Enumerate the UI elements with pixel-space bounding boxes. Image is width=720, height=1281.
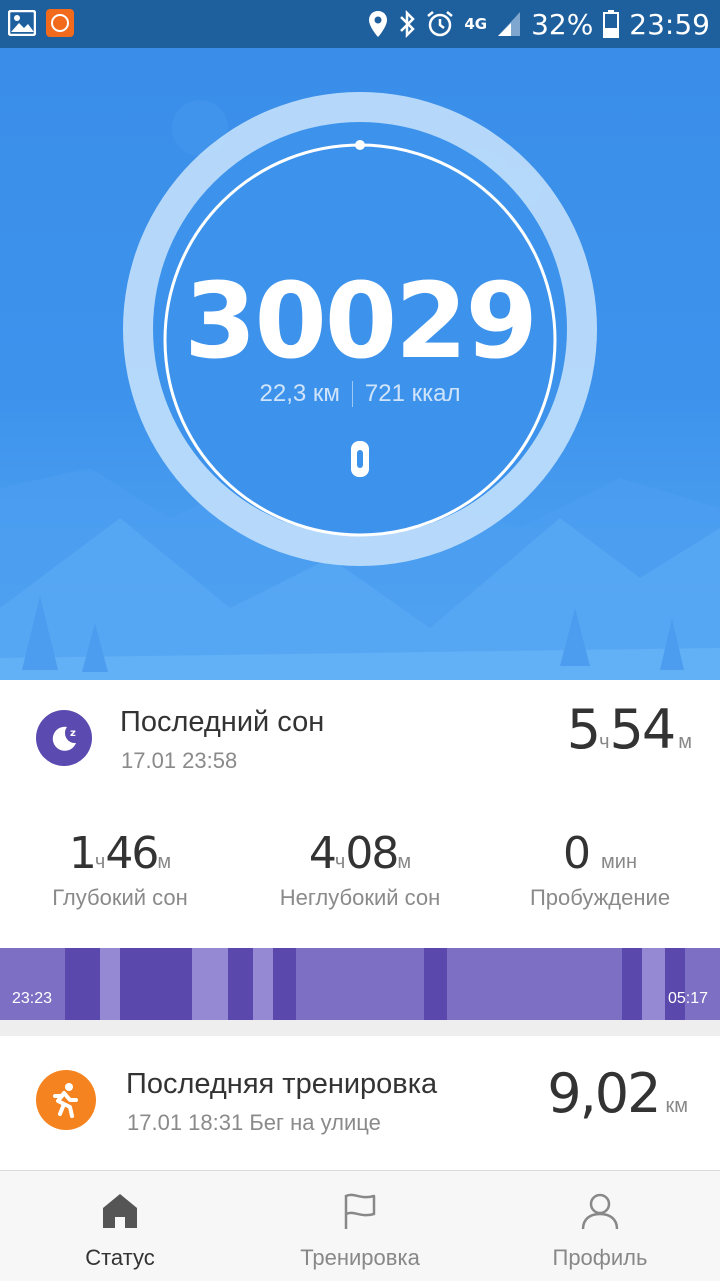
location-icon bbox=[368, 10, 388, 38]
hero-substats: 22,3 км 721 ккал bbox=[0, 380, 720, 408]
person-icon bbox=[581, 1193, 619, 1230]
minutes-unit: м bbox=[678, 731, 692, 753]
bluetooth-icon bbox=[398, 10, 416, 38]
workout-distance: 9,02 км bbox=[547, 1062, 688, 1125]
sleep-minutes: 54 bbox=[609, 698, 677, 761]
nav-profile-label: Профиль bbox=[552, 1245, 648, 1270]
light-sleep-label: Неглубокий сон bbox=[279, 885, 441, 910]
clock: 23:59 bbox=[629, 7, 710, 41]
awake-value: 0 bbox=[563, 828, 591, 879]
light-hours: 4 bbox=[308, 828, 337, 879]
nav-profile[interactable]: Профиль bbox=[480, 1171, 720, 1281]
sleep-segment-deep bbox=[273, 948, 296, 1020]
deep-sleep-label: Глубокий сон bbox=[52, 885, 188, 910]
app-notification-icon bbox=[46, 9, 74, 42]
workout-value: 9,02 bbox=[547, 1062, 661, 1125]
status-bar: 4G 32% 23:59 bbox=[0, 0, 720, 48]
battery-icon bbox=[603, 10, 620, 38]
flag-icon bbox=[344, 1193, 376, 1229]
sleep-start-time: 23:23 bbox=[12, 990, 53, 1007]
steps-hero[interactable]: 30029 22,3 км 721 ккал bbox=[0, 48, 720, 680]
last-sleep-card[interactable]: z Последний сон 17.01 23:58 5ч54 м 1ч46м … bbox=[0, 680, 720, 948]
deep-sleep-stat: 1ч46м Глубокий сон bbox=[0, 828, 240, 911]
sleep-segment-light bbox=[100, 948, 120, 1020]
workout-subtitle: 17.01 18:31 Бег на улице bbox=[127, 1110, 381, 1135]
signal-icon bbox=[497, 11, 521, 37]
alarm-icon bbox=[426, 10, 454, 38]
sleep-segment-deep bbox=[65, 948, 100, 1020]
sleep-datetime: 17.01 23:58 bbox=[121, 748, 238, 773]
band-icon bbox=[348, 440, 372, 478]
home-icon bbox=[103, 1194, 137, 1228]
workout-unit: км bbox=[665, 1095, 689, 1117]
deep-hours-unit: ч bbox=[94, 851, 106, 873]
awake-unit: мин bbox=[601, 851, 637, 873]
awake-stat: 0 мин Пробуждение bbox=[480, 828, 720, 911]
sleep-segment-deep bbox=[228, 948, 253, 1020]
step-count: 30029 bbox=[184, 260, 538, 382]
sleep-end-time: 05:17 bbox=[667, 990, 708, 1007]
workout-title: Последняя тренировка bbox=[126, 1068, 438, 1100]
gallery-notification-icon bbox=[7, 9, 37, 41]
sleep-total: 5ч54 м bbox=[567, 698, 692, 761]
sleep-segment-deep bbox=[424, 948, 447, 1020]
last-workout-card[interactable]: Последняя тренировка 17.01 18:31 Бег на … bbox=[0, 1036, 720, 1170]
sleep-hours: 5 bbox=[566, 698, 601, 761]
battery-percent: 32% bbox=[531, 7, 594, 41]
svg-text:z: z bbox=[70, 728, 76, 739]
sleep-moon-icon: z bbox=[36, 710, 92, 766]
sleep-segment-deep bbox=[120, 948, 192, 1020]
sleep-timeline[interactable]: 23:23 05:17 bbox=[0, 948, 720, 1020]
distance-value: 22,3 км bbox=[259, 380, 340, 407]
light-hours-unit: ч bbox=[334, 851, 346, 873]
deep-hours: 1 bbox=[68, 828, 97, 879]
sleep-segment-light bbox=[253, 948, 273, 1020]
divider bbox=[351, 381, 353, 407]
hours-unit: ч bbox=[599, 731, 610, 753]
sleep-title: Последний сон bbox=[120, 706, 325, 738]
calories-value: 721 ккал bbox=[364, 380, 461, 407]
light-minutes-unit: м bbox=[397, 851, 412, 873]
deep-minutes-unit: м bbox=[157, 851, 172, 873]
network-type: 4G bbox=[464, 15, 488, 33]
sleep-segment-light bbox=[192, 948, 228, 1020]
sleep-segment-light bbox=[642, 948, 665, 1020]
nav-status[interactable]: Статус bbox=[0, 1171, 240, 1281]
nav-workout-label: Тренировка bbox=[300, 1245, 420, 1270]
light-sleep-stat: 4ч08м Неглубокий сон bbox=[240, 828, 480, 911]
nav-workout[interactable]: Тренировка bbox=[240, 1171, 480, 1281]
bottom-nav: Статус Тренировка Профиль bbox=[0, 1170, 720, 1281]
light-minutes: 08 bbox=[345, 828, 399, 879]
nav-status-label: Статус bbox=[85, 1245, 155, 1270]
running-icon bbox=[36, 1070, 96, 1130]
awake-label: Пробуждение bbox=[529, 885, 671, 910]
deep-minutes: 46 bbox=[105, 828, 159, 879]
sleep-segment-deep bbox=[622, 948, 642, 1020]
sleep-segment-deep bbox=[665, 948, 685, 1020]
